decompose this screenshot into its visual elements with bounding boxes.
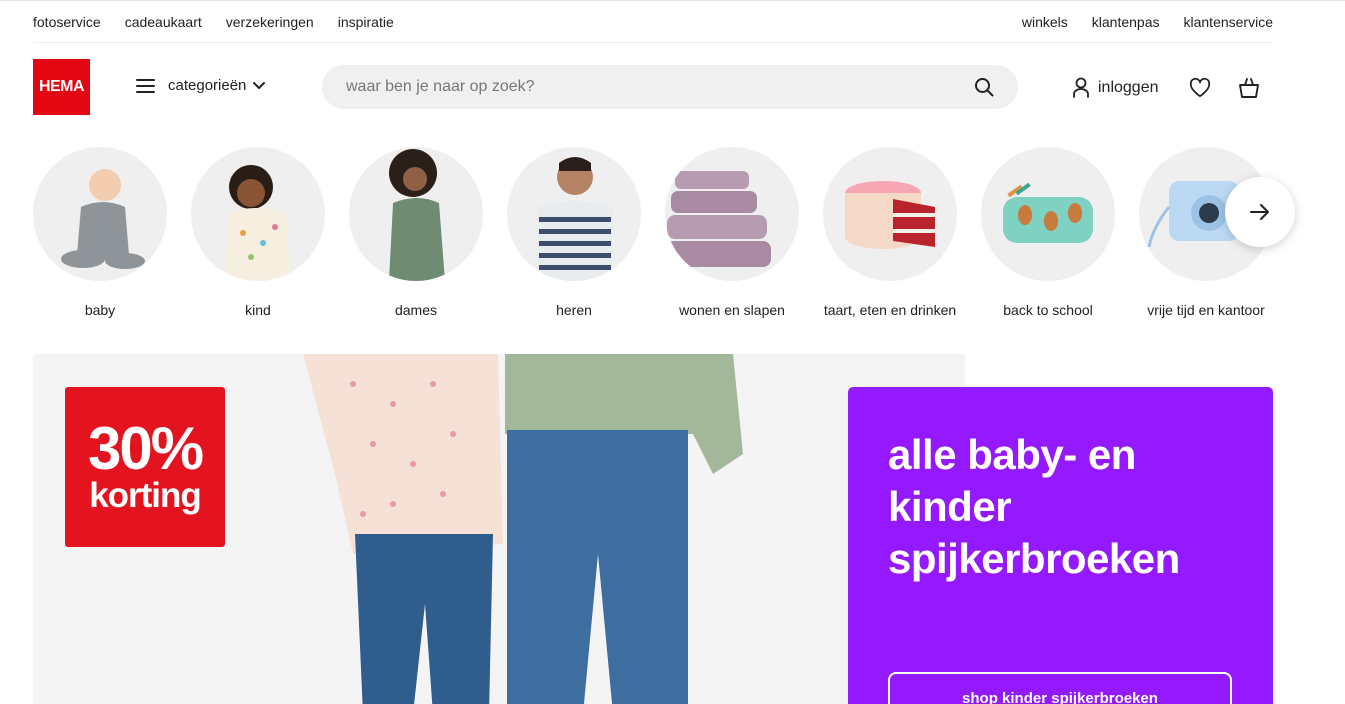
category-image-baby (33, 147, 167, 281)
login-button[interactable]: inloggen (1072, 77, 1159, 99)
discount-percentage: 30% (87, 415, 204, 482)
category-image-taart (823, 147, 957, 281)
utility-links-right: winkels klantenpas klantenservice (998, 14, 1273, 30)
category-label: dames (394, 302, 438, 318)
category-label: wonen en slapen (679, 302, 785, 318)
promo-title: alle baby- en kinder spijkerbroeken (888, 431, 1180, 582)
chevron-down-icon (253, 81, 266, 89)
hero-banner[interactable]: 30% korting (33, 354, 965, 704)
category-label: kind (245, 302, 271, 318)
hero-kids-image (303, 354, 743, 704)
utility-bar: fotoservice cadeaukaart verzekeringen in… (0, 0, 1345, 43)
category-image-dames (349, 147, 483, 281)
hamburger-icon (136, 78, 155, 93)
promo-card: alle baby- en kinder spijkerbroeken shop… (848, 387, 1273, 704)
discount-badge: 30% korting (65, 387, 225, 547)
hema-logo[interactable]: HEMA (33, 59, 90, 115)
category-image-wonen (665, 147, 799, 281)
link-klantenservice[interactable]: klantenservice (1184, 14, 1274, 30)
category-baby[interactable]: baby (30, 147, 170, 321)
category-taart-eten-en-drinken[interactable]: taart, eten en drinken (820, 147, 960, 321)
category-label: baby (84, 302, 116, 318)
basket-icon[interactable] (1237, 76, 1261, 100)
search-icon[interactable] (974, 77, 994, 97)
category-dames[interactable]: dames (346, 147, 486, 321)
link-klantenpas[interactable]: klantenpas (1092, 14, 1160, 30)
search-input[interactable] (346, 65, 946, 109)
category-image-school (981, 147, 1115, 281)
heart-icon[interactable] (1189, 77, 1211, 99)
category-wonen-en-slapen[interactable]: wonen en slapen (662, 147, 802, 321)
discount-label: korting (89, 476, 202, 515)
category-label: back to school (1003, 302, 1093, 318)
shop-kinder-spijkerbroeken-button[interactable]: shop kinder spijkerbroeken (888, 672, 1232, 704)
utility-divider (33, 42, 1273, 43)
link-inspiratie[interactable]: inspiratie (338, 14, 394, 30)
category-label: vrije tijd en kantoor (1147, 302, 1265, 318)
category-carousel: baby kind dames heren wonen en slapen ta… (0, 147, 1345, 347)
carousel-next-button[interactable] (1225, 177, 1295, 247)
link-fotoservice[interactable]: fotoservice (33, 14, 101, 30)
category-label: heren (556, 302, 592, 318)
link-verzekeringen[interactable]: verzekeringen (226, 14, 314, 30)
link-cadeaukaart[interactable]: cadeaukaart (125, 14, 202, 30)
categories-label: categorieën (168, 77, 247, 94)
main-header: HEMA categorieën inloggen (0, 44, 1345, 134)
category-kind[interactable]: kind (188, 147, 328, 321)
categories-menu-button[interactable]: categorieën (136, 77, 266, 94)
arrow-right-icon (1250, 204, 1269, 220)
utility-links-left: fotoservice cadeaukaart verzekeringen in… (33, 14, 418, 30)
category-back-to-school[interactable]: back to school (978, 147, 1118, 321)
category-label: taart, eten en drinken (823, 302, 957, 318)
category-image-heren (507, 147, 641, 281)
search-bar (322, 65, 1018, 109)
category-image-kind (191, 147, 325, 281)
user-icon (1073, 77, 1089, 98)
link-winkels[interactable]: winkels (1022, 14, 1068, 30)
login-label: inloggen (1098, 79, 1159, 96)
category-heren[interactable]: heren (504, 147, 644, 321)
